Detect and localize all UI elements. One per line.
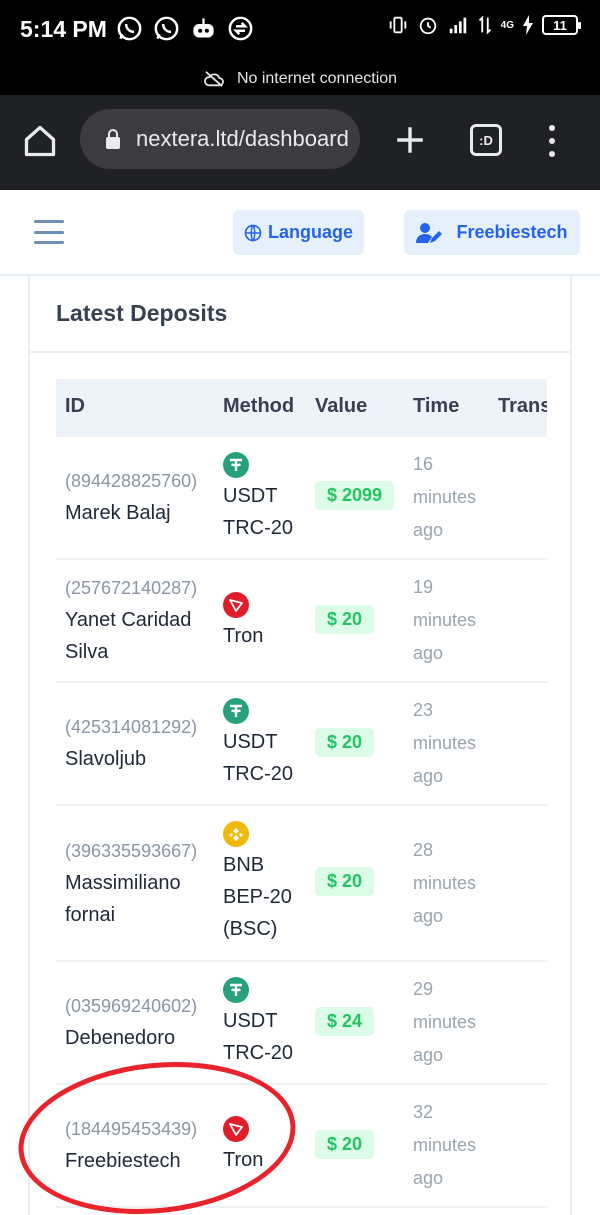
browser-toolbar: nextera.ltd/dashboard :D (0, 95, 600, 190)
column-header-method: Method (223, 395, 295, 417)
payment-method: USDT TRC-20 (223, 485, 294, 539)
table-row: (425314081292) Slavoljub USDT TRC-20 $ 2… (56, 683, 547, 806)
depositor-name: Freebiestech (65, 1150, 181, 1172)
home-button[interactable] (22, 123, 58, 159)
deposit-value-badge: $ 20 (315, 867, 375, 896)
user-edit-icon (416, 222, 443, 243)
transaction-id: (035969240602) (65, 996, 198, 1016)
card-divider (30, 351, 570, 353)
status-bar: 5:14 PM 4G 11 (0, 0, 600, 62)
transaction-id: (894428825760) (65, 471, 198, 491)
lock-icon (106, 129, 120, 149)
deposit-value-badge: $ 20 (315, 605, 375, 634)
address-bar[interactable]: nextera.ltd/dashboard (80, 109, 360, 169)
column-header-value: Value (315, 395, 368, 417)
deposits-table[interactable]: ID Method Value Time Trans (894428825760… (56, 379, 547, 1208)
deposit-value-badge: $ 20 (315, 1130, 375, 1159)
robot-app-icon (190, 15, 217, 42)
status-time: 5:14 PM (20, 16, 107, 42)
sync-app-icon (227, 15, 254, 42)
battery-level: 11 (553, 17, 567, 33)
bnb-coin-icon (223, 821, 249, 847)
url-text: nextera.ltd/dashboard (136, 126, 349, 151)
depositor-name: Slavoljub (65, 748, 147, 770)
transaction-id: (257672140287) (65, 578, 198, 598)
latest-deposits-card: Latest Deposits ID Method Value Time Tra… (28, 276, 572, 1215)
deposit-time: 16 minutes ago (413, 454, 477, 540)
tab-switcher-button[interactable]: :D (470, 124, 502, 156)
new-tab-button[interactable] (393, 123, 427, 157)
site-header: Language Freebiestech (0, 190, 600, 276)
deposit-time: 28 minutes ago (413, 840, 477, 926)
deposit-value-badge: $ 20 (315, 728, 375, 757)
cloud-off-icon (204, 70, 224, 87)
user-account-button[interactable]: Freebiestech (404, 210, 580, 255)
offline-banner: No internet connection (0, 62, 600, 95)
offline-text: No internet connection (236, 69, 398, 87)
network-type: 4G (500, 19, 514, 31)
table-row: (894428825760) Marek Balaj USDT TRC-20 $… (56, 437, 547, 560)
table-row: (257672140287) Yanet Caridad Silva Tron … (56, 560, 547, 683)
card-title: Latest Deposits (56, 300, 228, 326)
vibrate-icon (389, 16, 406, 34)
depositor-name: Debenedoro (65, 1027, 176, 1049)
tron-coin-icon (223, 592, 249, 618)
payment-method: BNB BEP-20 (BSC) (223, 854, 292, 940)
deposit-value-badge: $ 2099 (315, 481, 395, 510)
payment-method: Tron (223, 625, 264, 647)
globe-icon (244, 224, 262, 241)
signal-icon (449, 17, 466, 34)
column-header-time: Time (413, 395, 460, 417)
transaction-id: (396335593667) (65, 841, 198, 861)
depositor-name: Massimiliano fornai (65, 872, 181, 926)
status-app-icons (116, 15, 254, 42)
user-name-label: Freebiestech (456, 222, 568, 242)
table-row: (035969240602) Debenedoro USDT TRC-20 $ … (56, 962, 547, 1085)
charging-icon (523, 15, 533, 35)
payment-method: USDT TRC-20 (223, 1010, 294, 1064)
transaction-id: (425314081292) (65, 717, 198, 737)
depositor-name: Yanet Caridad Silva (65, 609, 192, 663)
alarm-icon (419, 17, 436, 35)
data-transfer-icon (478, 15, 491, 35)
column-header-id: ID (65, 395, 85, 417)
table-row: (396335593667) Massimiliano fornai BNB B… (56, 806, 547, 962)
payment-method: Tron (223, 1149, 264, 1171)
deposit-value-badge: $ 24 (315, 1007, 375, 1036)
table-header: ID Method Value Time Trans (56, 379, 547, 437)
browser-menu-button[interactable] (540, 121, 564, 161)
depositor-name: Marek Balaj (65, 502, 171, 524)
payment-method: USDT TRC-20 (223, 731, 294, 785)
tab-switcher-icon: :D (479, 132, 493, 148)
status-indicators: 4G 11 (387, 14, 581, 36)
whatsapp-business-icon (153, 15, 180, 42)
language-button[interactable]: Language (233, 210, 364, 255)
tron-coin-icon (223, 1116, 249, 1142)
home-icon (24, 125, 56, 157)
whatsapp-icon (116, 15, 143, 42)
plus-icon (397, 127, 423, 153)
table-row: (184495453439) Freebiestech Tron $ 20 32… (56, 1085, 547, 1208)
deposit-time: 29 minutes ago (413, 979, 477, 1065)
usdt-coin-icon (223, 698, 249, 724)
column-header-transaction: Trans (498, 395, 547, 417)
deposit-time: 23 minutes ago (413, 700, 477, 786)
language-label: Language (267, 222, 353, 242)
transaction-id: (184495453439) (65, 1119, 198, 1139)
deposit-time: 19 minutes ago (413, 577, 477, 663)
usdt-coin-icon (223, 452, 249, 478)
battery-icon: 11 (542, 15, 581, 35)
usdt-coin-icon (223, 977, 249, 1003)
hamburger-menu-icon[interactable] (34, 220, 64, 244)
deposit-time: 32 minutes ago (413, 1102, 477, 1188)
